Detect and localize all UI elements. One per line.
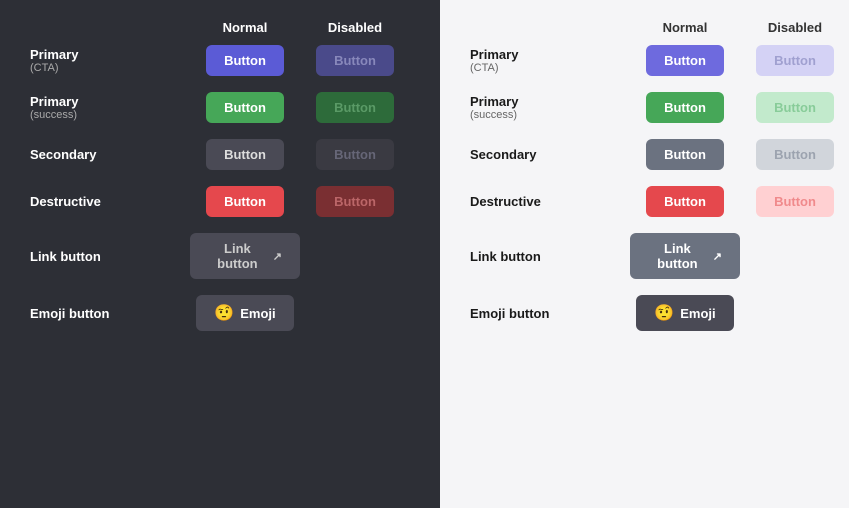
- column-headers: NormalDisabled: [470, 20, 849, 35]
- btn-cell-normal: 🤨 Emoji: [630, 295, 740, 331]
- normal-column-header: Normal: [190, 20, 300, 35]
- external-link-icon: ↗: [713, 250, 722, 263]
- btn-primary-success-button[interactable]: Button: [646, 92, 724, 123]
- btn-primary-success-disabled-button: Button: [756, 92, 834, 123]
- panel-dark: NormalDisabledPrimary(CTA)ButtonButtonPr…: [0, 0, 440, 508]
- btn-cell-normal: Button: [630, 92, 740, 123]
- btn-cell-disabled: Button: [740, 186, 849, 217]
- btn-cell-disabled: Button: [300, 186, 410, 217]
- emoji-button[interactable]: 🤨 Emoji: [636, 295, 733, 331]
- button-row-destructive-3: Destructive Button Button: [470, 186, 849, 217]
- button-row-primary-0: Primary(CTA) Button Button: [30, 45, 410, 76]
- btn-primary-success-disabled-button: Button: [316, 92, 394, 123]
- btn-cell-normal: Link button ↗: [630, 233, 740, 279]
- button-row-secondary-2: Secondary Button Button: [30, 139, 410, 170]
- btn-cell-normal: Button: [630, 45, 740, 76]
- btn-cell-normal: Button: [630, 186, 740, 217]
- row-label: Secondary: [30, 147, 190, 162]
- emoji-icon: 🤨: [654, 303, 674, 323]
- btn-secondary-button[interactable]: Button: [206, 139, 284, 170]
- btn-secondary-button[interactable]: Button: [646, 139, 724, 170]
- btn-secondary-disabled-button: Button: [316, 139, 394, 170]
- btn-cell-normal: Button: [190, 139, 300, 170]
- btn-destructive-button[interactable]: Button: [206, 186, 284, 217]
- button-row-primary-1: Primary(success) Button Button: [30, 92, 410, 123]
- btn-cell-normal: Button: [190, 186, 300, 217]
- panel-light: NormalDisabledPrimary(CTA)ButtonButtonPr…: [440, 0, 849, 508]
- btn-primary-cta-button[interactable]: Button: [646, 45, 724, 76]
- row-sublabel: (success): [30, 109, 190, 121]
- button-row-link-button-4: Link buttonLink button ↗: [30, 233, 410, 279]
- emoji-icon: 🤨: [214, 303, 234, 323]
- button-row-emoji-button-5: Emoji button 🤨 Emoji: [470, 295, 849, 331]
- row-label: Primary(CTA): [470, 47, 630, 74]
- button-row-emoji-button-5: Emoji button 🤨 Emoji: [30, 295, 410, 331]
- btn-cell-normal: Button: [190, 45, 300, 76]
- btn-primary-cta-button[interactable]: Button: [206, 45, 284, 76]
- row-sublabel: (CTA): [30, 62, 190, 74]
- button-row-primary-0: Primary(CTA) Button Button: [470, 45, 849, 76]
- row-label: Emoji button: [470, 306, 630, 321]
- btn-cell-disabled: Button: [300, 92, 410, 123]
- disabled-column-header: Disabled: [300, 20, 410, 35]
- btn-primary-cta-disabled-button: Button: [756, 45, 834, 76]
- row-label: Destructive: [30, 194, 190, 209]
- button-row-link-button-4: Link buttonLink button ↗: [470, 233, 849, 279]
- btn-destructive-button[interactable]: Button: [646, 186, 724, 217]
- column-headers: NormalDisabled: [30, 20, 410, 35]
- row-label: Link button: [470, 249, 630, 264]
- btn-primary-cta-disabled-button: Button: [316, 45, 394, 76]
- btn-cell-normal: 🤨 Emoji: [190, 295, 300, 331]
- normal-column-header: Normal: [630, 20, 740, 35]
- row-sublabel: (success): [470, 109, 630, 121]
- button-row-destructive-3: Destructive Button Button: [30, 186, 410, 217]
- btn-secondary-disabled-button: Button: [756, 139, 834, 170]
- button-row-secondary-2: Secondary Button Button: [470, 139, 849, 170]
- btn-cell-disabled: Button: [740, 139, 849, 170]
- row-label: Primary(success): [30, 94, 190, 121]
- btn-destructive-disabled-button: Button: [756, 186, 834, 217]
- row-label: Primary(success): [470, 94, 630, 121]
- external-link-icon: ↗: [273, 250, 282, 263]
- btn-primary-success-button[interactable]: Button: [206, 92, 284, 123]
- disabled-column-header: Disabled: [740, 20, 849, 35]
- btn-cell-normal: Button: [190, 92, 300, 123]
- row-label: Destructive: [470, 194, 630, 209]
- btn-destructive-disabled-button: Button: [316, 186, 394, 217]
- row-sublabel: (CTA): [470, 62, 630, 74]
- link-button[interactable]: Link button ↗: [630, 233, 740, 279]
- button-row-primary-1: Primary(success) Button Button: [470, 92, 849, 123]
- btn-cell-disabled: Button: [300, 139, 410, 170]
- link-button[interactable]: Link button ↗: [190, 233, 300, 279]
- btn-cell-normal: Link button ↗: [190, 233, 300, 279]
- btn-cell-disabled: Button: [740, 45, 849, 76]
- btn-cell-disabled: Button: [740, 92, 849, 123]
- row-label: Link button: [30, 249, 190, 264]
- btn-cell-normal: Button: [630, 139, 740, 170]
- row-label: Emoji button: [30, 306, 190, 321]
- row-label: Primary(CTA): [30, 47, 190, 74]
- emoji-button[interactable]: 🤨 Emoji: [196, 295, 293, 331]
- row-label: Secondary: [470, 147, 630, 162]
- btn-cell-disabled: Button: [300, 45, 410, 76]
